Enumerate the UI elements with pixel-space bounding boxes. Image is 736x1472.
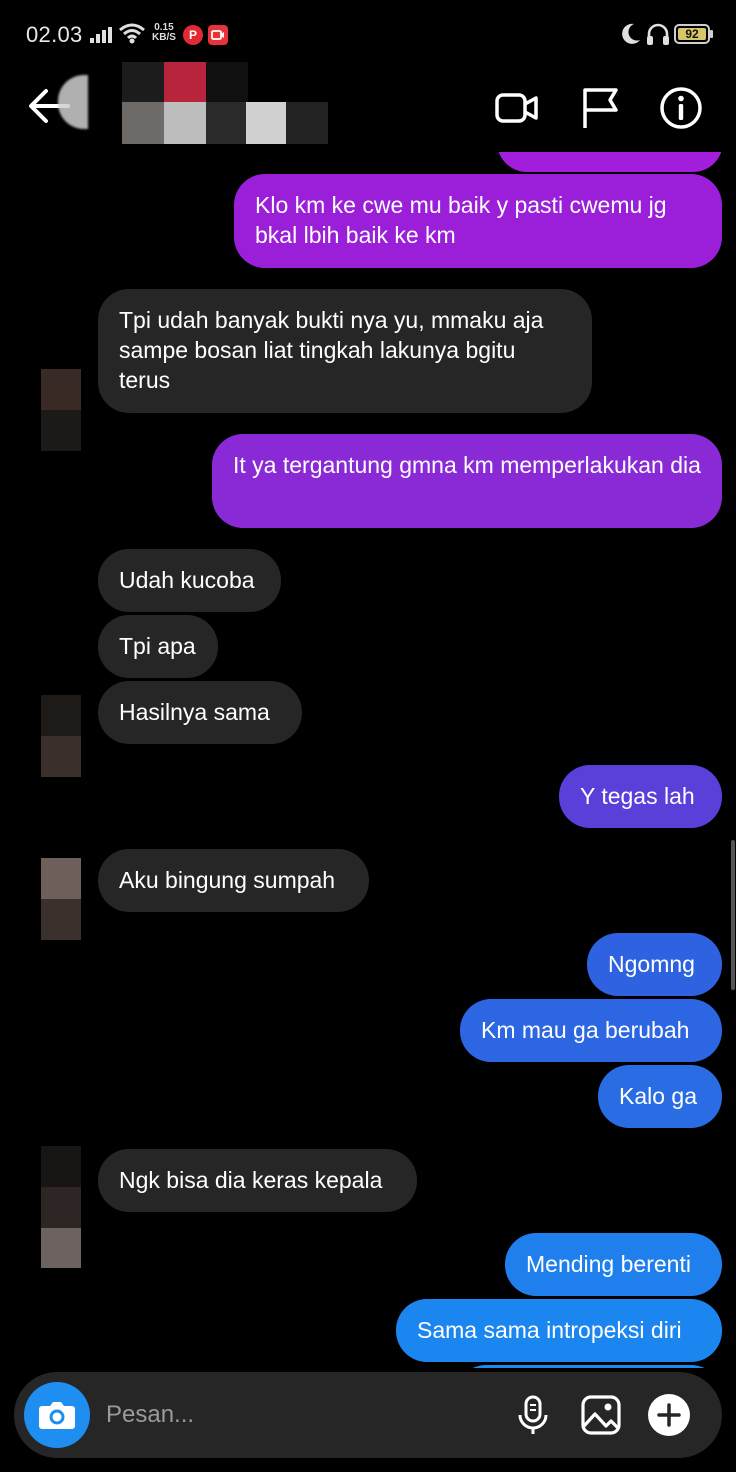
camera-icon — [39, 1402, 75, 1429]
message-text: Tpi udah banyak bukti nya yu, mmaku aja … — [119, 307, 544, 393]
message-bubble-sent[interactable]: It ya tergantung gmna km memperlakukan d… — [212, 434, 722, 528]
message-text: Mending berenti — [526, 1251, 691, 1277]
plus-icon[interactable] — [647, 1393, 691, 1437]
moon-icon — [622, 23, 640, 44]
scrollbar[interactable] — [731, 840, 735, 990]
message-text: Aku bingung sumpah — [119, 867, 336, 893]
sender-avatar[interactable] — [41, 1146, 81, 1268]
message-bubble-partial[interactable] — [455, 1365, 722, 1368]
message-bubble-received[interactable]: Tpi apa — [98, 615, 218, 678]
message-text: It ya tergantung gmna km memperlakukan d… — [233, 452, 701, 478]
gallery-icon[interactable] — [579, 1393, 623, 1437]
message-bubble-sent[interactable]: Mending berenti — [505, 1233, 722, 1296]
status-time: 02.03 — [26, 22, 83, 47]
message-composer — [14, 1372, 722, 1458]
battery-icon: 92 — [674, 24, 710, 44]
info-icon[interactable] — [657, 84, 705, 132]
camera-button[interactable] — [24, 1382, 90, 1448]
sender-avatar[interactable] — [41, 695, 81, 777]
screen-record-icon — [208, 25, 228, 45]
battery-nub — [710, 30, 713, 38]
message-bubble-partial[interactable] — [497, 152, 723, 172]
message-text: Klo km ke cwe mu baik y pasti cwemu jg b… — [255, 192, 667, 248]
message-list[interactable]: Klo km ke cwe mu baik y pasti cwemu jg b… — [0, 152, 736, 1368]
battery-level: 92 — [685, 27, 699, 41]
message-text: Y tegas lah — [580, 783, 695, 809]
message-bubble-sent[interactable]: Klo km ke cwe mu baik y pasti cwemu jg b… — [234, 174, 722, 268]
contact-name-redacted[interactable] — [122, 62, 328, 148]
message-bubble-sent[interactable]: Sama sama intropeksi diri — [396, 1299, 722, 1362]
message-text: Ngk bisa dia keras kepala — [119, 1167, 383, 1193]
network-speed: 0.15 KB/S — [152, 23, 176, 43]
message-bubble-received[interactable]: Ngk bisa dia keras kepala — [98, 1149, 417, 1212]
message-text: Sama sama intropeksi diri — [417, 1317, 682, 1343]
signal-icon — [90, 27, 112, 43]
message-bubble-received[interactable]: Hasilnya sama — [98, 681, 302, 744]
message-input[interactable] — [104, 1394, 488, 1436]
message-text: Hasilnya sama — [119, 699, 270, 725]
message-text: Ngomng — [608, 951, 695, 977]
network-speed-unit: KB/S — [152, 32, 176, 43]
message-bubble-sent[interactable]: Y tegas lah — [559, 765, 722, 828]
video-call-icon[interactable] — [492, 84, 540, 132]
message-bubble-received[interactable]: Udah kucoba — [98, 549, 281, 612]
microphone-icon[interactable] — [511, 1393, 555, 1437]
message-bubble-sent[interactable]: Km mau ga berubah — [460, 999, 722, 1062]
sender-avatar[interactable] — [41, 369, 81, 451]
pinterest-icon: P — [183, 25, 203, 45]
sender-avatar[interactable] — [41, 858, 81, 940]
status-bar: 02.03 0.15 KB/S P 92 — [0, 0, 736, 72]
message-bubble-sent[interactable]: Ngomng — [587, 933, 722, 996]
message-text: Udah kucoba — [119, 567, 255, 593]
message-bubble-received[interactable]: Tpi udah banyak bukti nya yu, mmaku aja … — [98, 289, 592, 413]
message-text: Tpi apa — [119, 633, 196, 659]
message-bubble-received[interactable]: Aku bingung sumpah — [98, 849, 369, 912]
chat-header — [0, 62, 736, 152]
message-text: Km mau ga berubah — [481, 1017, 690, 1043]
headset-icon — [647, 23, 669, 45]
wifi-icon — [119, 23, 145, 44]
message-text: Kalo ga — [619, 1083, 698, 1109]
message-bubble-sent[interactable]: Kalo ga — [598, 1065, 722, 1128]
flag-icon[interactable] — [576, 84, 624, 132]
